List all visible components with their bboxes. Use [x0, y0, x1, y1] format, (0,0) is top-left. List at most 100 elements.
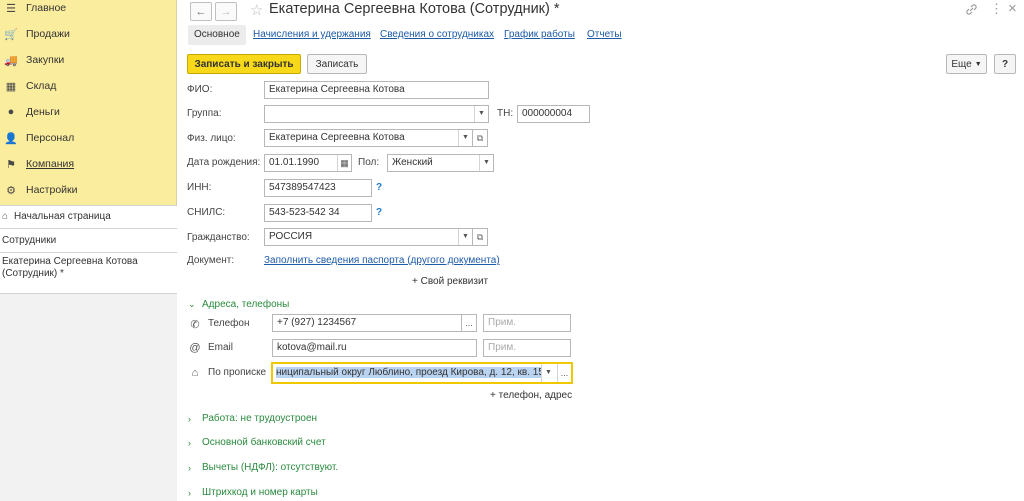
group-label: Группа: [187, 108, 222, 119]
dropdown-icon[interactable]: ▼ [458, 229, 472, 245]
dropdown-icon[interactable]: ▼ [458, 130, 472, 146]
menu-icon: ☰ [6, 2, 16, 15]
arrow-left-icon: ← [195, 5, 207, 18]
deductions-group-header[interactable]: › Вычеты (НДФЛ): отсутствуют. [188, 462, 338, 473]
tn-field[interactable]: 000000004 [517, 105, 590, 123]
back-button[interactable]: ← [190, 2, 212, 21]
phone-field[interactable]: +7 (927) 1234567 [272, 314, 462, 332]
more-button-label: Еще [951, 58, 972, 70]
home-icon: ⌂ [2, 210, 9, 222]
more-actions-icon[interactable]: ⋮ [990, 1, 1003, 17]
add-contact-link[interactable]: + телефон, адрес [490, 390, 572, 401]
sidebar-item-settings[interactable]: ⚙ Настройки [0, 177, 177, 203]
open-window-employees[interactable]: Сотрудники [0, 229, 177, 251]
help-button[interactable]: ? [994, 54, 1016, 74]
save-button[interactable]: Записать [307, 54, 367, 74]
home-page-link[interactable]: ⌂ Начальная страница [0, 205, 177, 227]
sidebar-item-warehouse[interactable]: ▦ Склад [0, 73, 177, 99]
link-icon[interactable] [965, 3, 978, 19]
tab-accruals[interactable]: Начисления и удержания [253, 25, 371, 45]
tab-employee-info[interactable]: Сведения о сотрудниках [380, 25, 494, 45]
star-icon[interactable]: ☆ [250, 1, 263, 19]
open-icon[interactable]: ⧉ [472, 129, 488, 147]
sidebar-item-label: Закупки [26, 54, 65, 66]
fio-value: Екатерина Сергеевна Котова [269, 84, 405, 95]
more-button[interactable]: Еще ▼ [946, 54, 987, 74]
chevron-right-icon: › [188, 437, 191, 448]
chevron-down-icon: ▼ [974, 60, 982, 68]
tab-main[interactable]: Основное [188, 25, 246, 45]
fill-passport-link[interactable]: Заполнить сведения паспорта (другого док… [264, 255, 500, 266]
address-field[interactable]: ниципальный округ Люблино, проезд Кирова… [271, 362, 573, 384]
add-attribute-link[interactable]: + Свой реквизит [412, 276, 488, 287]
save-and-close-button[interactable]: Записать и закрыть [187, 54, 301, 74]
sidebar-item-main[interactable]: ☰ Главное [0, 0, 177, 21]
birth-label: Дата рождения: [187, 157, 261, 168]
person-icon: 👤 [4, 132, 18, 145]
citizenship-field[interactable]: РОССИЯ ▼ [264, 228, 473, 246]
sidebar-item-label: Продажи [26, 28, 70, 40]
open-window-current[interactable]: Екатерина Сергеевна Котова (Сотрудник) * [0, 256, 140, 286]
addresses-group-label: Адреса, телефоны [202, 299, 290, 310]
email-label: Email [208, 342, 234, 353]
money-icon: ● [7, 106, 15, 118]
sidebar-item-label: Настройки [26, 184, 78, 196]
tab-reports[interactable]: Отчеты [587, 25, 622, 45]
sidebar-item-sales[interactable]: 🛒 Продажи [0, 21, 177, 47]
inn-field[interactable]: 547389547423 [264, 179, 372, 197]
chevron-down-icon: ⌄ [188, 299, 196, 309]
person-field[interactable]: Екатерина Сергеевна Котова ▼ [264, 129, 473, 147]
purchases-icon: 🚚 [4, 54, 18, 67]
work-group-label: Работа: не трудоустроен [202, 413, 318, 424]
inn-label: ИНН: [187, 182, 212, 193]
forward-button[interactable]: → [215, 2, 237, 21]
close-icon[interactable]: × [1008, 0, 1017, 17]
note-placeholder: Прим. [488, 317, 516, 328]
person-value: Екатерина Сергеевна Котова [269, 132, 405, 143]
open-icon[interactable]: ⧉ [472, 228, 488, 246]
sidebar-item-personnel[interactable]: 👤 Персонал [0, 125, 177, 151]
fio-field[interactable]: Екатерина Сергеевна Котова [264, 81, 489, 99]
phone-label: Телефон [208, 318, 250, 329]
phone-select-button[interactable]: ... [461, 314, 477, 332]
birth-date-field[interactable]: 01.01.1990 ▦ [264, 154, 352, 172]
chevron-right-icon: › [188, 413, 191, 424]
person-label: Физ. лицо: [187, 133, 236, 144]
warehouse-icon: ▦ [5, 80, 17, 93]
bank-account-group-label: Основной банковский счет [202, 437, 326, 448]
barcode-group-header[interactable]: › Штрихкод и номер карты [188, 487, 318, 498]
addresses-group-header[interactable]: ⌄ Адреса, телефоны [188, 299, 289, 310]
sidebar-item-label: Компания [26, 158, 75, 170]
snils-field[interactable]: 543-523-542 34 [264, 204, 372, 222]
inn-value: 547389547423 [269, 182, 336, 193]
calendar-icon[interactable]: ▦ [337, 155, 351, 171]
email-note-field[interactable]: Прим. [483, 339, 571, 357]
dropdown-icon[interactable]: ▼ [479, 155, 493, 171]
work-group-header[interactable]: › Работа: не трудоустроен [188, 413, 317, 424]
phone-icon: ✆ [190, 318, 200, 331]
group-field[interactable]: ▼ [264, 105, 489, 123]
sidebar-item-label: Деньги [26, 106, 60, 118]
address-value: ниципальный округ Люблино, проезд Кирова… [276, 367, 544, 378]
sex-select[interactable]: Женский ▼ [387, 154, 494, 172]
flag-icon: ⚑ [6, 158, 16, 171]
dropdown-icon[interactable]: ▼ [474, 106, 488, 122]
phone-value: +7 (927) 1234567 [277, 317, 357, 328]
snils-help-icon[interactable]: ? [376, 207, 382, 218]
birth-date-value: 01.01.1990 [269, 157, 320, 168]
address-select-button[interactable]: ... [557, 364, 571, 382]
open-window-label: Сотрудники [2, 234, 57, 246]
bank-account-group-header[interactable]: › Основной банковский счет [188, 437, 326, 448]
sex-value: Женский [392, 157, 433, 168]
at-icon: @ [189, 342, 201, 354]
sidebar-empty-area [0, 293, 177, 501]
sidebar-item-company[interactable]: ⚑ Компания [0, 151, 177, 177]
email-field[interactable]: kotova@mail.ru [272, 339, 477, 357]
phone-note-field[interactable]: Прим. [483, 314, 571, 332]
dropdown-icon[interactable]: ▼ [541, 364, 555, 382]
inn-help-icon[interactable]: ? [376, 182, 382, 193]
sidebar-item-purchases[interactable]: 🚚 Закупки [0, 47, 177, 73]
sidebar-item-money[interactable]: ● Деньги [0, 99, 177, 125]
tab-schedule[interactable]: График работы [504, 25, 575, 45]
fio-label: ФИО: [187, 84, 213, 95]
